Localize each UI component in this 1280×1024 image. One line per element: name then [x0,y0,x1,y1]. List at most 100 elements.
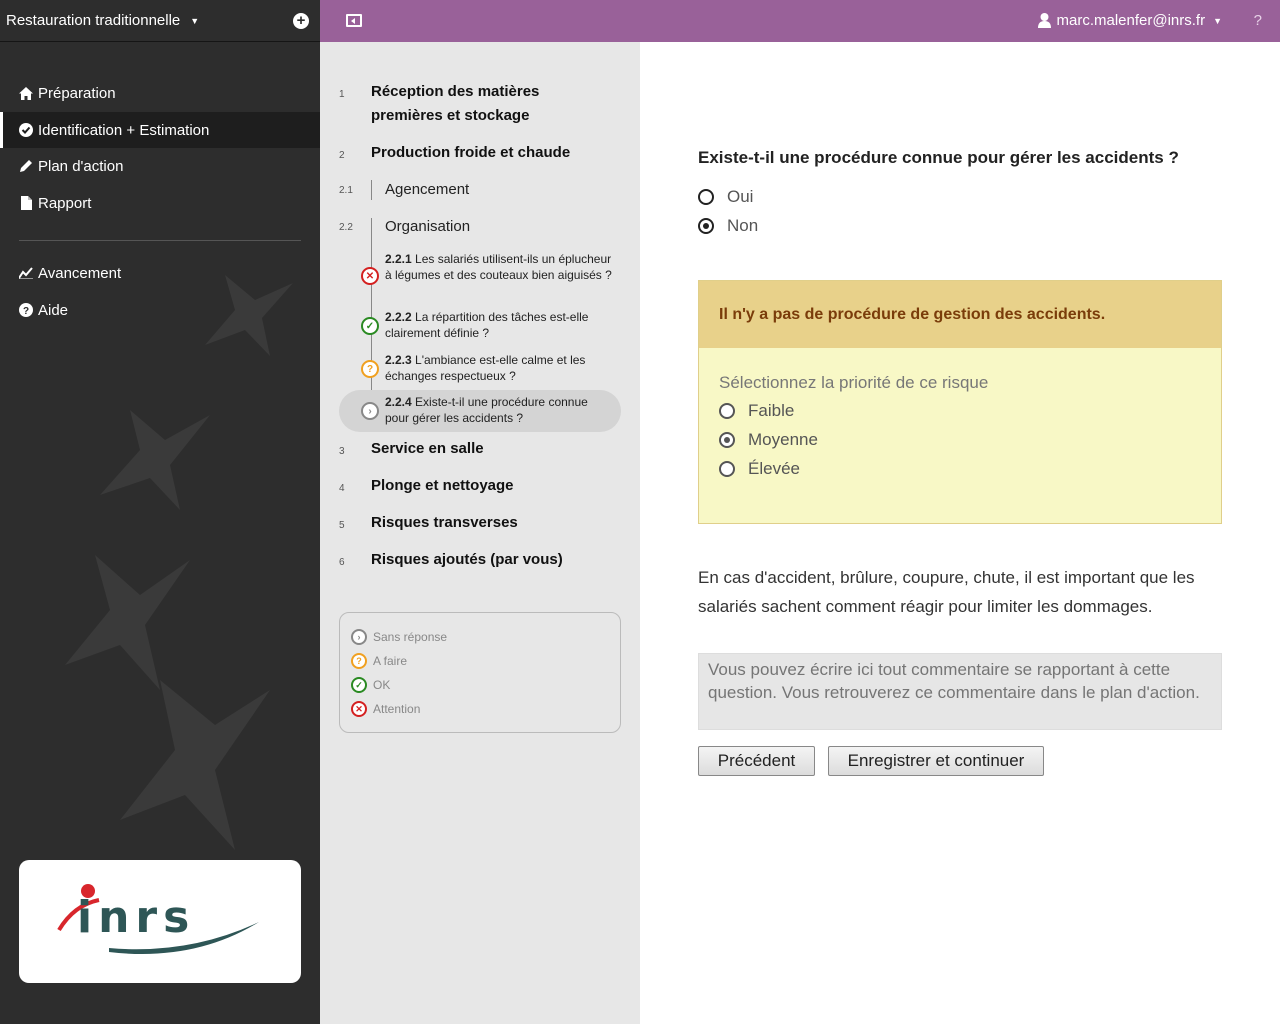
module-title: Risques ajoutés (par vous) [371,551,563,568]
inrs-logo: inrs [19,860,301,983]
sidebar-toggle-icon[interactable] [346,14,362,27]
legend-item: › Sans réponse [351,629,447,645]
answer-label: Non [727,216,759,235]
survey-title: Restauration traditionnelle [6,12,181,29]
priority-option-label: Moyenne [748,430,818,449]
radio-button[interactable] [698,189,714,205]
caret-down-icon: ▼ [190,15,200,26]
module-number: 3 [339,446,345,457]
chart-line-icon [19,266,33,280]
risk-box: Il n'y a pas de procédure de gestion des… [698,280,1222,524]
save-continue-button[interactable]: Enregistrer et continuer [828,746,1044,776]
module-title: Service en salle [371,440,484,457]
nav-label: Plan d'action [38,157,124,175]
submodule-title: Agencement [385,181,470,198]
pencil-icon [19,159,33,173]
question-text: Existe-t-il une procédure connue pour gé… [385,395,588,425]
legend-label: Sans réponse [373,630,448,644]
question-title: Existe-t-il une procédure connue pour gé… [698,148,1179,167]
priority-faible[interactable]: Faible [719,401,794,421]
question-number: 2.2.1 [385,252,412,266]
module-title: Plonge et nettoyage [371,477,514,494]
submodule-title: Organisation [385,218,471,235]
nav-preparation[interactable]: Préparation [0,75,320,111]
ok-icon: ✓ [361,317,379,335]
todo-icon: ? [361,360,379,378]
question-number: 2.2.3 [385,353,412,367]
nav-avancement[interactable]: Avancement [0,255,320,291]
add-survey-icon[interactable]: + [293,13,309,29]
priority-elevee[interactable]: Élevée [719,459,800,479]
risk-title: Il n'y a pas de procédure de gestion des… [699,281,1221,348]
nav-label: Rapport [38,194,92,212]
nav-label: Avancement [38,264,122,282]
module-number: 5 [339,520,345,531]
question-text: L'ambiance est-elle calme et les échange… [385,353,586,383]
user-icon [1038,13,1052,28]
previous-button[interactable]: Précédent [698,746,815,776]
question-number: 2.2.4 [385,395,412,409]
question-number: 2.2.2 [385,310,412,324]
svg-text:?: ? [23,306,29,317]
svg-text:inrs: inrs [77,892,195,943]
radio-button[interactable] [719,403,735,419]
module-number: 6 [339,557,345,568]
nav-identification[interactable]: Identification + Estimation [0,112,320,148]
radio-button[interactable] [719,432,735,448]
unanswered-icon: › [361,402,379,420]
legend-item: ✕ Attention [351,701,420,717]
status-legend: › Sans réponse ? A faire ✓ OK ✕ Attentio… [339,612,621,733]
legend-label: OK [373,678,391,692]
module-title: Production froide et chaude [371,144,571,161]
priority-option-label: Faible [748,401,795,420]
nav-aide[interactable]: ? Aide [0,292,320,328]
question-circle-icon: ? [19,303,33,317]
legend-label: A faire [373,654,408,668]
question-item-2-2-1[interactable]: ✕ 2.2.1 Les salariés utilisent-ils un ép… [339,251,621,299]
priority-moyenne[interactable]: Moyenne [719,430,818,450]
answer-non[interactable]: Non [698,216,758,236]
legend-label: Attention [373,702,421,716]
document-icon [19,196,33,210]
question-item-2-2-4[interactable]: › 2.2.4 Existe-t-il une procédure connue… [339,390,621,432]
todo-icon: ? [351,653,367,669]
caret-down-icon: ▼ [1213,15,1222,26]
question-text: Les salariés utilisent-ils un éplucheur … [385,252,612,282]
user-email: marc.malenfer@inrs.fr [1056,12,1206,29]
module-tree: 1 Réception des matières premières et st… [320,42,640,1024]
sidebar: Restauration traditionnelle ▼ + Préparat… [0,0,320,1024]
radio-button[interactable] [698,218,714,234]
answer-oui[interactable]: Oui [698,187,753,207]
ok-icon: ✓ [351,677,367,693]
nav-rapport[interactable]: Rapport [0,185,320,221]
submodule-number: 2.1 [339,185,353,196]
attention-icon: ✕ [361,267,379,285]
priority-option-label: Élevée [748,459,800,478]
question-panel: Existe-t-il une procédure connue pour gé… [640,42,1280,1024]
comment-textarea[interactable] [698,653,1222,730]
user-menu[interactable]: marc.malenfer@inrs.fr ▼ [1038,12,1222,29]
answer-label: Oui [727,187,754,206]
info-text: En cas d'accident, brûlure, coupure, chu… [698,568,1195,616]
module-number: 2 [339,150,345,161]
home-icon [19,86,33,100]
module-number: 4 [339,483,345,494]
question-item-2-2-3[interactable]: ? 2.2.3 L'ambiance est-elle calme et les… [339,352,621,384]
question-text: La répartition des tâches est-elle clair… [385,310,589,340]
attention-icon: ✕ [351,701,367,717]
priority-label: Sélectionnez la priorité de ce risque [719,373,989,392]
submodule-number: 2.2 [339,222,353,233]
question-item-2-2-2[interactable]: ✓ 2.2.2 La répartition des tâches est-el… [339,309,621,341]
tree-line [371,180,372,200]
nav-label: Préparation [38,84,116,102]
help-link[interactable]: ? [1254,12,1262,29]
legend-item: ✓ OK [351,677,390,693]
module-title: Risques transverses [371,514,518,531]
check-circle-icon [19,123,33,137]
radio-button[interactable] [719,461,735,477]
module-title: Réception des matières premières et stoc… [371,83,540,124]
survey-selector[interactable]: Restauration traditionnelle ▼ + [0,0,320,42]
nav-divider [19,240,301,241]
topbar: marc.malenfer@inrs.fr ▼ ? [320,0,1280,42]
nav-plan-action[interactable]: Plan d'action [0,148,320,184]
